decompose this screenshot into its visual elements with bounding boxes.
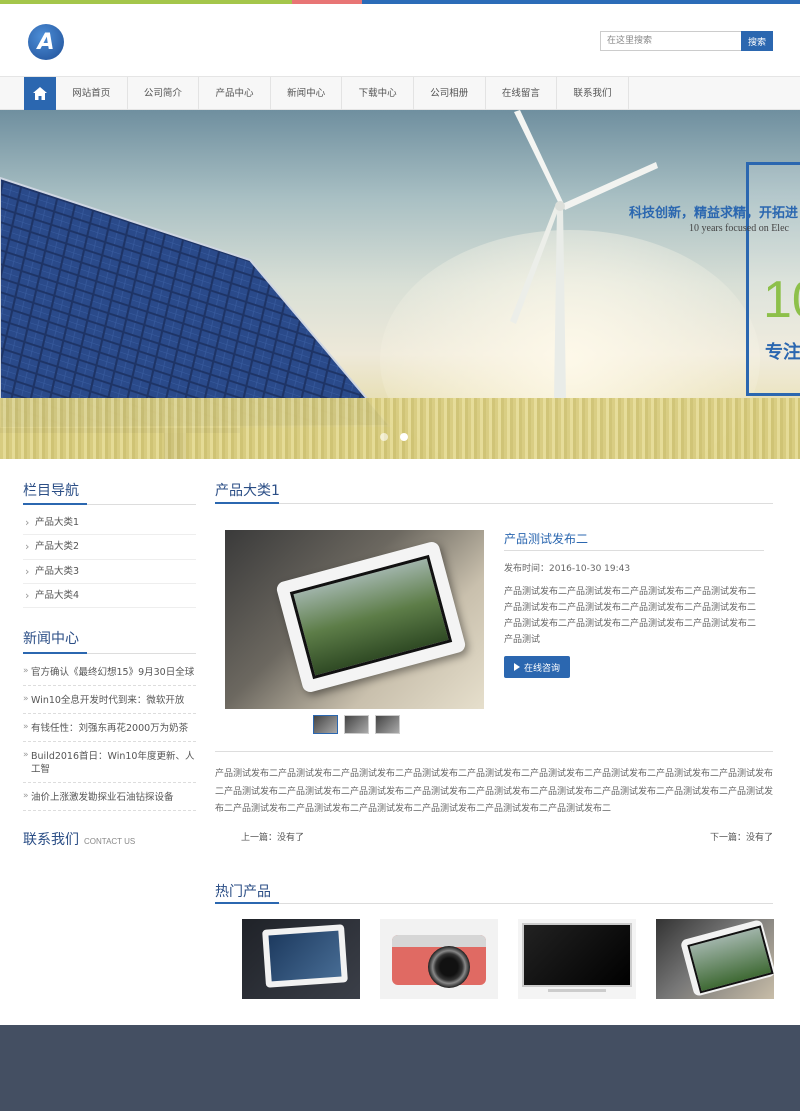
- prev-link[interactable]: 上一篇：没有了: [241, 830, 304, 843]
- main-nav: 网站首页 公司简介 产品中心 新闻中心 下载中心 公司相册 在线留言 联系我们: [0, 76, 800, 110]
- logo-letter: A: [37, 29, 55, 55]
- news-item[interactable]: 有钱任性：刘强东再花2000万为奶茶: [23, 714, 196, 743]
- header: A 搜索: [0, 4, 800, 76]
- hot-product-tablet-2[interactable]: [656, 919, 774, 999]
- category-item[interactable]: 产品大类3: [23, 560, 196, 584]
- logo[interactable]: A: [28, 24, 64, 60]
- category-item[interactable]: 产品大类1: [23, 511, 196, 536]
- nav-item-home[interactable]: 网站首页: [56, 77, 128, 110]
- news-list: 官方确认《最终幻想15》9月30日全球 Win10全息开发时代到来：微软开放 有…: [23, 658, 196, 812]
- hero-banner[interactable]: 科技创新，精益求精，开拓进 10 years focused on Elec 1…: [0, 110, 800, 459]
- sidebar-news-title: 新闻中心: [23, 608, 196, 655]
- nav-item-about[interactable]: 公司简介: [128, 77, 200, 110]
- next-link[interactable]: 下一篇：没有了: [710, 830, 773, 843]
- hot-product-camera[interactable]: [380, 919, 498, 999]
- category-list: 产品大类1 产品大类2 产品大类3 产品大类4: [23, 511, 196, 609]
- news-item[interactable]: 油价上涨激发勘探业石油钻探设备: [23, 783, 196, 812]
- product-detail: 产品测试发布二 发布时间：2016-10-30 19:43 产品测试发布二产品测…: [504, 530, 764, 678]
- thumbnail-1[interactable]: [313, 715, 338, 734]
- product-article: 产品测试发布二产品测试发布二产品测试发布二产品测试发布二产品测试发布二产品测试发…: [215, 751, 773, 819]
- nav-item-products[interactable]: 产品中心: [199, 77, 271, 110]
- banner-slogan-en: 10 years focused on Elec: [689, 223, 789, 234]
- hot-products-list: [242, 919, 774, 999]
- sidebar-nav-title: 栏目导航: [23, 459, 196, 505]
- product-image[interactable]: [225, 530, 484, 709]
- news-item[interactable]: 官方确认《最终幻想15》9月30日全球: [23, 658, 196, 687]
- news-item[interactable]: Win10全息开发时代到来：微软开放: [23, 686, 196, 715]
- product-title: 产品测试发布二: [504, 530, 764, 551]
- product-date: 发布时间：2016-10-30 19:43: [504, 564, 631, 574]
- footer: [0, 1025, 800, 1111]
- search-button[interactable]: 搜索: [741, 31, 773, 51]
- category-item[interactable]: 产品大类2: [23, 535, 196, 560]
- contact-title-en: CONTACT US: [84, 837, 136, 847]
- nav-item-contact[interactable]: 联系我们: [557, 77, 629, 110]
- banner-focus-text: 专注: [765, 342, 800, 363]
- product-description: 产品测试发布二产品测试发布二产品测试发布二产品测试发布二产品测试发布二产品测试发…: [504, 587, 757, 645]
- banner-slogan: 科技创新，精益求精，开拓进: [629, 206, 799, 221]
- product-thumbnails: [313, 715, 400, 734]
- main-content: 产品大类1 产品测试发布二 发布时间：2016-10-30 19:43 产品测试…: [215, 459, 774, 999]
- thumbnail-3[interactable]: [375, 715, 400, 734]
- news-item[interactable]: Build2016首日：Win10年度更新、人工智: [23, 742, 196, 784]
- consult-button-label: 在线咨询: [523, 663, 560, 674]
- search-input[interactable]: [600, 31, 742, 51]
- play-icon: [513, 663, 520, 671]
- category-item[interactable]: 产品大类4: [23, 584, 196, 609]
- sidebar-contact-title[interactable]: 联系我们 CONTACT US: [23, 829, 196, 849]
- slider-dot-2[interactable]: [400, 433, 408, 441]
- contact-title-text: 联系我们: [23, 832, 79, 849]
- consult-button[interactable]: 在线咨询: [504, 656, 570, 678]
- category-title: 产品大类1: [215, 459, 773, 504]
- nav-item-downloads[interactable]: 下载中心: [342, 77, 414, 110]
- tablet-photo: [275, 540, 467, 694]
- hot-products-title: 热门产品: [215, 861, 773, 904]
- home-icon: [33, 87, 47, 100]
- hot-product-tablet[interactable]: [242, 919, 360, 999]
- nav-item-guestbook[interactable]: 在线留言: [486, 77, 558, 110]
- nav-item-album[interactable]: 公司相册: [414, 77, 486, 110]
- hot-product-tv[interactable]: [518, 919, 636, 999]
- slider-dot-1[interactable]: [380, 433, 388, 441]
- nav-item-news[interactable]: 新闻中心: [271, 77, 343, 110]
- nav-home-button[interactable]: [24, 77, 56, 110]
- thumbnail-2[interactable]: [344, 715, 369, 734]
- banner-big-number: 10: [763, 271, 800, 329]
- sidebar: 栏目导航 产品大类1 产品大类2 产品大类3 产品大类4 新闻中心 官方确认《最…: [23, 459, 196, 849]
- banner-flower-field: [0, 398, 800, 459]
